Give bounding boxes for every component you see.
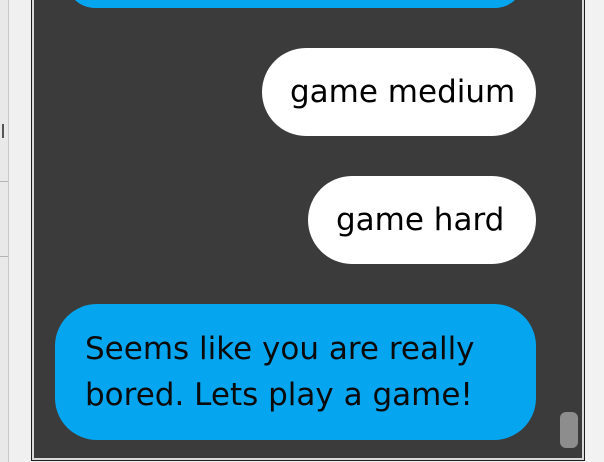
- chat-panel: game medium game hard Seems like you are…: [31, 0, 585, 461]
- left-panel-divider: [0, 181, 8, 182]
- right-panel-edge: [585, 0, 604, 462]
- left-panel-marker: [2, 124, 4, 138]
- bot-message-bubble: [66, 0, 524, 8]
- user-message-bubble: game hard: [308, 176, 536, 264]
- user-message-bubble: game medium: [262, 48, 536, 136]
- bot-message-bubble: Seems like you are really bored. Lets pl…: [55, 304, 536, 440]
- left-panel-divider: [0, 256, 8, 257]
- scrollbar-thumb[interactable]: [560, 412, 578, 448]
- left-panel-edge: [0, 0, 9, 462]
- app-window: game medium game hard Seems like you are…: [0, 0, 604, 462]
